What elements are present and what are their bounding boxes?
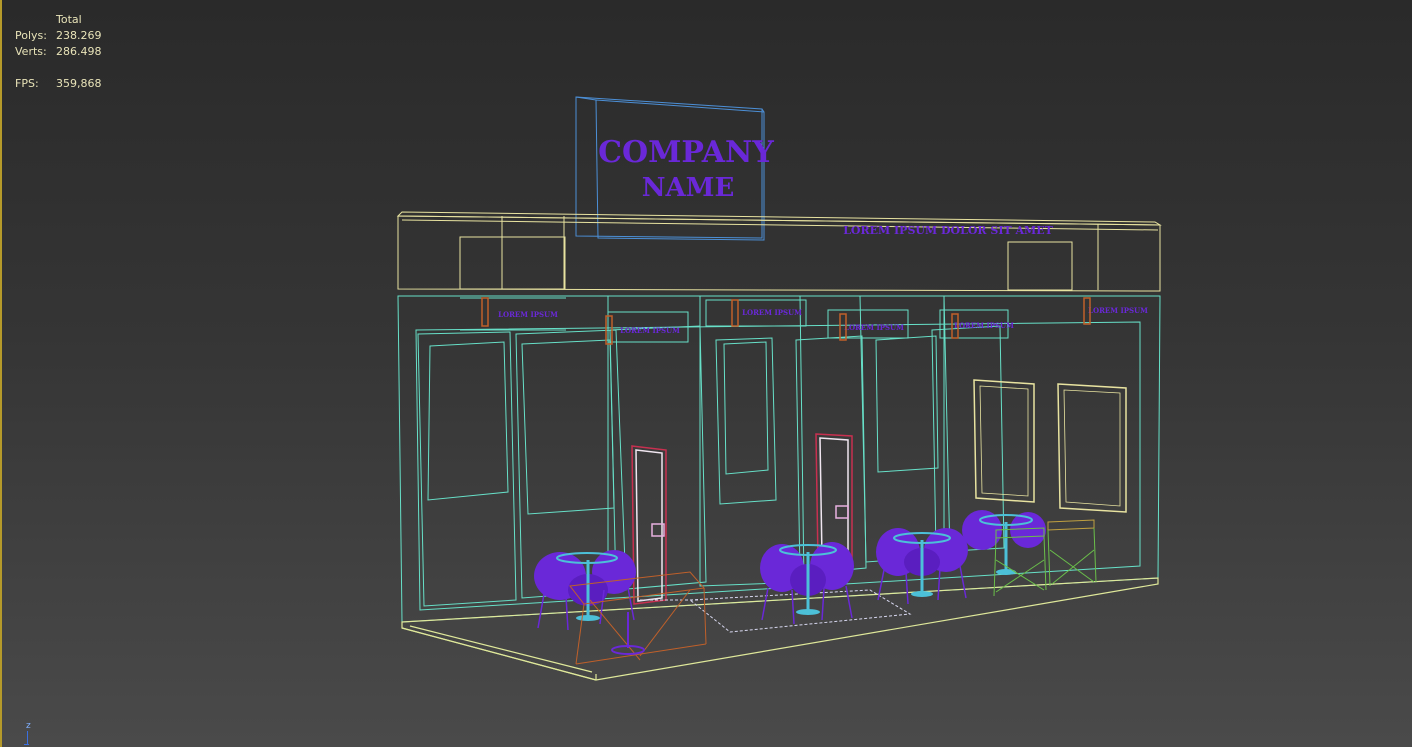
- wireframe-scene[interactable]: COMPANY NAME LOREM IPSUM DOLOR SIT AMET: [0, 0, 1412, 747]
- sign-line-1: COMPANY: [598, 135, 774, 170]
- panel-label-1: LOREM IPSUM: [498, 310, 558, 319]
- sign-line-2: NAME: [642, 173, 735, 203]
- panel-label-3: LOREM IPSUM: [742, 308, 802, 317]
- panel-label-4: LOREM IPSUM: [844, 323, 904, 332]
- table-set-3[interactable]: [876, 528, 968, 605]
- axis-gizmo-foot: [24, 744, 29, 745]
- header-text: LOREM IPSUM DOLOR SIT AMET: [843, 224, 1053, 237]
- panel-label-5: LOREM IPSUM: [954, 321, 1014, 330]
- floor-marking: [640, 589, 912, 633]
- panel-label-2: LOREM IPSUM: [620, 326, 680, 335]
- wall-posters[interactable]: [973, 379, 1127, 513]
- panel-label-6: LOREM IPSUM: [1088, 306, 1148, 315]
- axis-gizmo-label: z: [26, 721, 31, 731]
- table-set-1[interactable]: [534, 550, 636, 631]
- 3d-viewport[interactable]: Total Polys: 238.269 Verts: 286.498 FPS:…: [0, 0, 1412, 747]
- table-set-2[interactable]: [760, 542, 854, 625]
- axis-gizmo-stem: [27, 731, 28, 745]
